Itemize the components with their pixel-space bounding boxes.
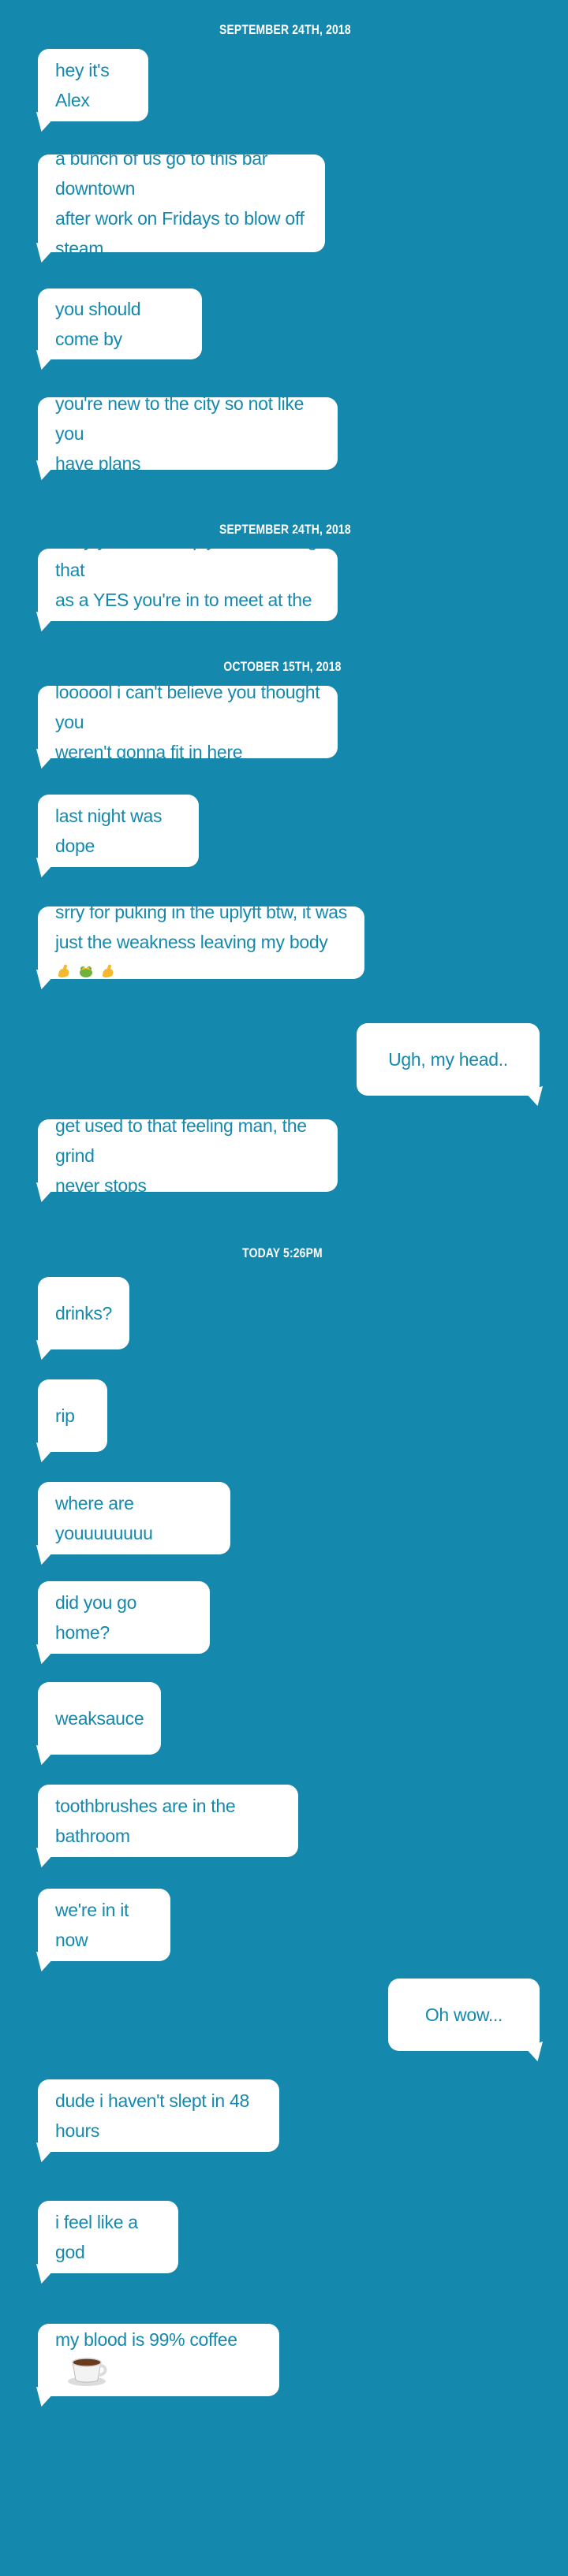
message-text: loooool i can't believe you thought you …	[55, 682, 320, 762]
incoming-message-bubble[interactable]: you're new to the city so not like you h…	[38, 393, 338, 474]
incoming-message-bubble[interactable]: dude i haven't slept in 48 hours	[38, 2079, 279, 2152]
message-text: Oh wow...	[424, 2005, 503, 2025]
message-text: srry for puking in the uplyft btw, it wa…	[55, 897, 347, 988]
message-text: get used to that feeling man, the grind …	[55, 1115, 307, 1196]
message-text: did you go home?	[55, 1592, 137, 1643]
flexed-biceps-icon	[55, 959, 73, 988]
incoming-message-bubble[interactable]: toothbrushes are in the bathroom	[38, 1785, 298, 1857]
incoming-message-bubble[interactable]: weaksauce	[38, 1682, 161, 1755]
message-text: where are youuuuuuuu	[55, 1493, 153, 1543]
message-text: i feel like a god	[55, 2212, 138, 2262]
message-text: toothbrushes are in the bathroom	[55, 1796, 236, 1846]
message-text: a bunch of us go to this bar downtown af…	[55, 148, 305, 259]
message-text: dude i haven't slept in 48 hours	[55, 2090, 249, 2141]
outgoing-message-bubble[interactable]: Oh wow...	[388, 1979, 540, 2051]
message-text: rip	[55, 1405, 75, 1426]
outgoing-message-bubble[interactable]: Ugh, my head..	[357, 1023, 540, 1096]
message-text: we're in it now	[55, 1900, 129, 1950]
chat-transcript[interactable]: SEPTEMBER 24TH, 2018 hey it's Alex a bun…	[0, 0, 568, 2576]
message-text: weaksauce	[55, 1708, 144, 1729]
timestamp: TODAY 5:26PM	[242, 1245, 323, 1260]
incoming-message-bubble[interactable]: drinks?	[38, 1277, 129, 1349]
message-text: you should come by	[55, 299, 141, 349]
incoming-message-bubble[interactable]: where are youuuuuuuu	[38, 1482, 230, 1554]
message-text: last night was dope	[55, 806, 163, 856]
incoming-message-bubble[interactable]: i feel like a god	[38, 2201, 178, 2273]
incoming-message-bubble[interactable]: get used to that feeling man, the grind …	[38, 1115, 338, 1196]
incoming-message-bubble[interactable]: a bunch of us go to this bar downtown af…	[38, 148, 325, 259]
message-text: hey it's Alex	[55, 60, 110, 110]
incoming-message-bubble[interactable]: you should come by	[38, 288, 202, 359]
message-text: you're new to the city so not like you h…	[55, 393, 305, 474]
flexed-biceps-icon	[99, 959, 117, 988]
incoming-message-bubble[interactable]: loooool i can't believe you thought you …	[38, 682, 338, 762]
message-text: Ugh, my head..	[388, 1049, 508, 1070]
coffee-cup-icon	[66, 2355, 112, 2396]
timestamp: SEPTEMBER 24TH, 2018	[219, 22, 351, 37]
incoming-message-bubble[interactable]: srry for puking in the uplyft btw, it wa…	[38, 902, 364, 979]
message-text: my blood is 99% coffee	[55, 2325, 262, 2396]
incoming-message-bubble[interactable]: last night was dope	[38, 795, 199, 867]
incoming-message-bubble[interactable]: okay you didn't reply so i'm taking that…	[38, 530, 338, 640]
incoming-message-bubble[interactable]: we're in it now	[38, 1889, 170, 1961]
message-text: drinks?	[55, 1303, 113, 1323]
frog-icon	[77, 959, 95, 988]
message-text: okay you didn't reply so i'm taking that…	[55, 530, 317, 640]
timestamp: OCTOBER 15TH, 2018	[223, 659, 342, 674]
incoming-message-bubble[interactable]: my blood is 99% coffee	[38, 2324, 279, 2396]
incoming-message-bubble[interactable]: did you go home?	[38, 1581, 210, 1654]
incoming-message-bubble[interactable]: rip	[38, 1379, 107, 1452]
incoming-message-bubble[interactable]: hey it's Alex	[38, 49, 148, 121]
